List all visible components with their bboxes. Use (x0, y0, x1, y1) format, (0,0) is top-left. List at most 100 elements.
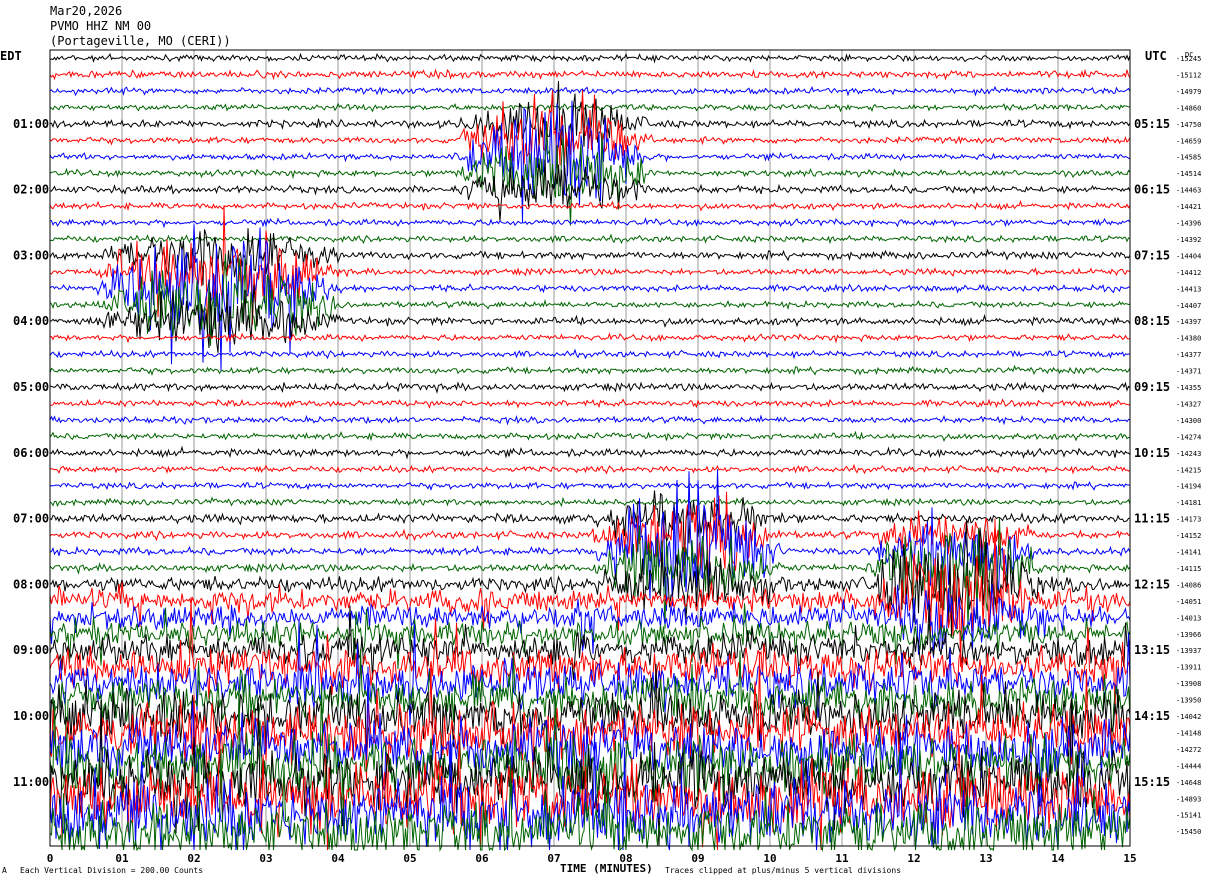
dc-offset: -14585 (1176, 154, 1201, 162)
left-hour-label: 08:00 (13, 577, 49, 591)
dc-offset: -14750 (1176, 121, 1201, 129)
x-tick-label: 01 (115, 852, 129, 865)
trace-9 (49, 199, 1131, 212)
dc-offset: -14463 (1176, 187, 1201, 195)
dc-offset: -14860 (1176, 104, 1201, 112)
trace-1 (49, 68, 1131, 81)
dc-offset: -15245 (1176, 55, 1201, 63)
trace-14 (49, 224, 1131, 371)
right-hour-label: 14:15 (1134, 709, 1170, 723)
dc-offset: -13908 (1176, 680, 1201, 688)
dc-offset: -14392 (1176, 236, 1201, 244)
x-tick-label: 0 (47, 852, 54, 865)
dc-offset: -14377 (1176, 351, 1201, 359)
dc-offset: -14215 (1176, 466, 1201, 474)
dc-offset: -14514 (1176, 170, 1201, 178)
x-tick-label: 11 (835, 852, 849, 865)
dc-offset: -14407 (1176, 302, 1201, 310)
trace-group (49, 52, 1131, 852)
x-tick-label: 06 (475, 852, 489, 865)
corner-mark: A (2, 866, 7, 875)
left-hour-label: 11:00 (13, 775, 49, 789)
dc-offset: -14979 (1176, 88, 1201, 96)
seismogram-plot: 01:00 02:00 03:00 04:00 05:00 06:00 07:00 08:00… (13, 49, 1201, 865)
dc-offset: -14013 (1176, 614, 1201, 622)
dc-offset: -14152 (1176, 532, 1201, 540)
x-tick-label: 09 (691, 852, 704, 865)
clip-note: Traces clipped at plus/minus 5 vertical … (665, 866, 902, 875)
trace-42 (49, 666, 1131, 804)
trace-0 (49, 52, 1131, 64)
dc-offset: -14412 (1176, 269, 1201, 277)
vertical-scale-note: Each Vertical Division = 200.00 Counts (20, 866, 204, 875)
dc-offset: -15112 (1176, 71, 1201, 79)
dc-offset: -14194 (1176, 483, 1201, 491)
dc-offset: -14893 (1176, 795, 1201, 803)
right-hour-label: 10:15 (1134, 446, 1170, 460)
dc-offset: -14042 (1176, 713, 1201, 721)
trace-11 (49, 233, 1131, 245)
left-hour-label: 09:00 (13, 643, 49, 657)
trace-27 (49, 496, 1131, 508)
dc-offset: -14173 (1176, 516, 1201, 524)
trace-23 (49, 430, 1131, 442)
x-tick-label: 03 (259, 852, 272, 865)
right-hour-label: 08:15 (1134, 314, 1170, 328)
x-tick-label: 05 (403, 852, 416, 865)
dc-offset: -13937 (1176, 647, 1201, 655)
dc-offset: -14141 (1176, 549, 1201, 557)
dc-offset: -14274 (1176, 433, 1201, 441)
dc-offset: -14051 (1176, 598, 1201, 606)
x-tick-label: 15 (1123, 852, 1136, 865)
trace-24 (49, 445, 1131, 460)
left-hour-label: 03:00 (13, 248, 49, 262)
dc-offset: -15450 (1176, 828, 1201, 836)
x-tick-label: 13 (979, 852, 992, 865)
x-tick-label: 07 (547, 852, 560, 865)
left-hour-label: 05:00 (13, 380, 49, 394)
dc-offset: -13950 (1176, 697, 1201, 705)
right-hour-label: 12:15 (1134, 577, 1170, 591)
trace-10 (49, 217, 1131, 229)
trace-19 (49, 364, 1131, 376)
dc-offset: -14421 (1176, 203, 1201, 211)
dc-offset: -14413 (1176, 285, 1201, 293)
right-hour-label: 05:15 (1134, 117, 1170, 131)
dc-offset: -14404 (1176, 252, 1201, 260)
right-hour-label: 15:15 (1134, 775, 1170, 789)
dc-offset: -14243 (1176, 450, 1201, 458)
dc-offset: -14115 (1176, 565, 1201, 573)
dc-offset: -14272 (1176, 746, 1201, 754)
dc-offset: -14659 (1176, 137, 1201, 145)
x-tick-label: 12 (907, 852, 920, 865)
x-tick-label: 14 (1051, 852, 1065, 865)
trace-21 (50, 398, 1131, 409)
left-hour-label: 04:00 (13, 314, 49, 328)
right-hour-label: 06:15 (1134, 183, 1170, 197)
dc-offset: -14396 (1176, 220, 1201, 228)
right-hour-label: 13:15 (1134, 643, 1170, 657)
dc-offset: -14397 (1176, 318, 1201, 326)
left-hour-label: 07:00 (13, 512, 49, 526)
left-hour-label: 02:00 (13, 183, 49, 197)
trace-22 (49, 414, 1131, 426)
left-hour-label: 10:00 (13, 709, 49, 723)
right-hour-label: 09:15 (1134, 380, 1170, 394)
dc-offset: -14380 (1176, 335, 1201, 343)
trace-26 (49, 481, 1131, 492)
trace-20 (49, 381, 1131, 394)
dc-offset: -14327 (1176, 400, 1201, 408)
trace-25 (49, 463, 1131, 475)
dc-offset: -14648 (1176, 779, 1201, 787)
dc-offset: -13911 (1176, 664, 1201, 672)
x-tick-label: 02 (187, 852, 200, 865)
dc-offset: -14086 (1176, 581, 1201, 589)
dc-offset: -15141 (1176, 812, 1201, 820)
right-hour-label: 07:15 (1134, 248, 1170, 262)
dc-offset: -14148 (1176, 729, 1201, 737)
dc-offset: -14300 (1176, 417, 1201, 425)
trace-2 (49, 85, 1131, 97)
dc-offset: -14444 (1176, 762, 1201, 770)
left-hour-label: 01:00 (13, 117, 49, 131)
dc-offset: -14371 (1176, 368, 1201, 376)
